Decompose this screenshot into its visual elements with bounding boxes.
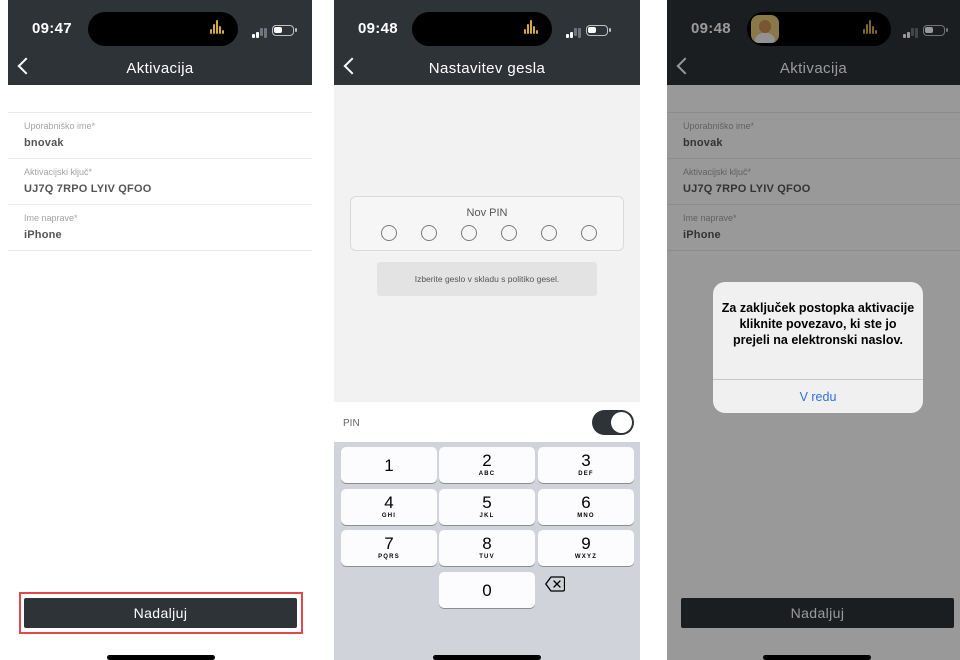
alert-dialog: Za zaključek postopka aktivacije kliknit… <box>713 282 923 413</box>
pin-dot <box>461 225 477 241</box>
status-nav-bar: 09:48 Nastavitev gesla <box>334 0 640 85</box>
pin-dot <box>581 225 597 241</box>
device-name-field[interactable]: Ime naprave* iPhone <box>8 205 312 251</box>
key-0[interactable]: 0 <box>439 572 535 608</box>
key-digit: 8 <box>482 534 492 553</box>
alert-ok-button[interactable]: V redu <box>713 379 923 413</box>
field-label: Uporabniško ime* <box>24 121 96 131</box>
key-letters: MNO <box>577 513 595 519</box>
key-letters: ABC <box>478 471 496 477</box>
key-3[interactable]: 3 DEF <box>538 447 634 483</box>
activation-key-field[interactable]: Aktivacijski ključ* UJ7Q 7RPO LYIV QFOO <box>8 159 312 205</box>
key-digit: 1 <box>384 456 394 475</box>
field-value: bnovak <box>24 137 64 149</box>
key-letters: WXYZ <box>574 554 598 560</box>
status-nav-bar: 09:47 Aktivacija <box>8 0 312 85</box>
waveform-icon <box>210 20 226 36</box>
waveform-icon <box>524 20 540 36</box>
screen-set-password: 09:48 Nastavitev gesla Nov PIN Izberite … <box>334 0 640 660</box>
home-indicator <box>107 655 215 660</box>
key-4[interactable]: 4 GHI <box>341 489 437 525</box>
alert-message: Za zaključek postopka aktivacije kliknit… <box>721 301 915 347</box>
key-letters: TUV <box>479 554 495 560</box>
page-title: Nastavitev gesla <box>428 60 546 77</box>
activation-form: Uporabniško ime* bnovak Aktivacijski klj… <box>8 112 312 251</box>
battery-icon <box>272 25 297 36</box>
signal-icon <box>252 28 268 38</box>
continue-button[interactable]: Nadaljuj <box>24 598 297 628</box>
battery-icon <box>586 25 611 36</box>
pin-dot <box>541 225 557 241</box>
key-digit: 7 <box>384 534 394 553</box>
key-digit: 6 <box>581 493 591 512</box>
key-letters: DEF <box>578 471 594 477</box>
key-2[interactable]: 2 ABC <box>439 447 535 483</box>
key-digit: 9 <box>581 534 591 553</box>
pin-dot <box>381 225 397 241</box>
field-label: Ime naprave* <box>24 213 78 223</box>
page-title: Aktivacija <box>126 60 194 77</box>
home-indicator <box>433 655 541 660</box>
pin-dot <box>421 225 437 241</box>
status-time: 09:48 <box>358 20 398 37</box>
delete-backspace-icon[interactable] <box>545 576 565 592</box>
pin-toggle[interactable] <box>592 410 634 435</box>
key-digit: 3 <box>581 451 591 470</box>
dynamic-island <box>88 12 238 46</box>
field-label: Aktivacijski ključ* <box>24 167 93 177</box>
username-field[interactable]: Uporabniško ime* bnovak <box>8 113 312 159</box>
pin-dot <box>501 225 517 241</box>
screen-activation: 09:47 Aktivacija Uporabniško ime* bnovak… <box>8 0 312 660</box>
pin-toggle-label: PIN <box>343 418 360 429</box>
key-digit: 2 <box>482 451 492 470</box>
password-policy-hint: Izberite geslo v skladu s politiko gesel… <box>377 262 597 296</box>
pin-toggle-row: PIN <box>334 402 640 442</box>
key-8[interactable]: 8 TUV <box>439 530 535 566</box>
screen-activation-alert: 09:48 Aktivacija Uporabniško ime* bnovak… <box>667 0 960 660</box>
key-6[interactable]: 6 MNO <box>538 489 634 525</box>
key-letters: PQRS <box>378 554 400 560</box>
key-7[interactable]: 7 PQRS <box>341 530 437 566</box>
pin-entry-box[interactable]: Nov PIN <box>350 196 624 251</box>
key-letters: JKL <box>479 513 495 519</box>
key-digit: 5 <box>482 493 492 512</box>
key-9[interactable]: 9 WXYZ <box>538 530 634 566</box>
key-digit: 0 <box>482 581 492 600</box>
pin-title: Nov PIN <box>466 207 508 219</box>
signal-icon <box>566 28 582 38</box>
key-letters: GHI <box>381 513 397 519</box>
key-1[interactable]: 1 <box>341 447 437 483</box>
key-digit: 4 <box>384 493 394 512</box>
status-time: 09:47 <box>32 20 72 37</box>
key-5[interactable]: 5 JKL <box>439 489 535 525</box>
dynamic-island <box>412 12 552 46</box>
field-value: iPhone <box>24 229 62 241</box>
field-value: UJ7Q 7RPO LYIV QFOO <box>24 183 152 195</box>
